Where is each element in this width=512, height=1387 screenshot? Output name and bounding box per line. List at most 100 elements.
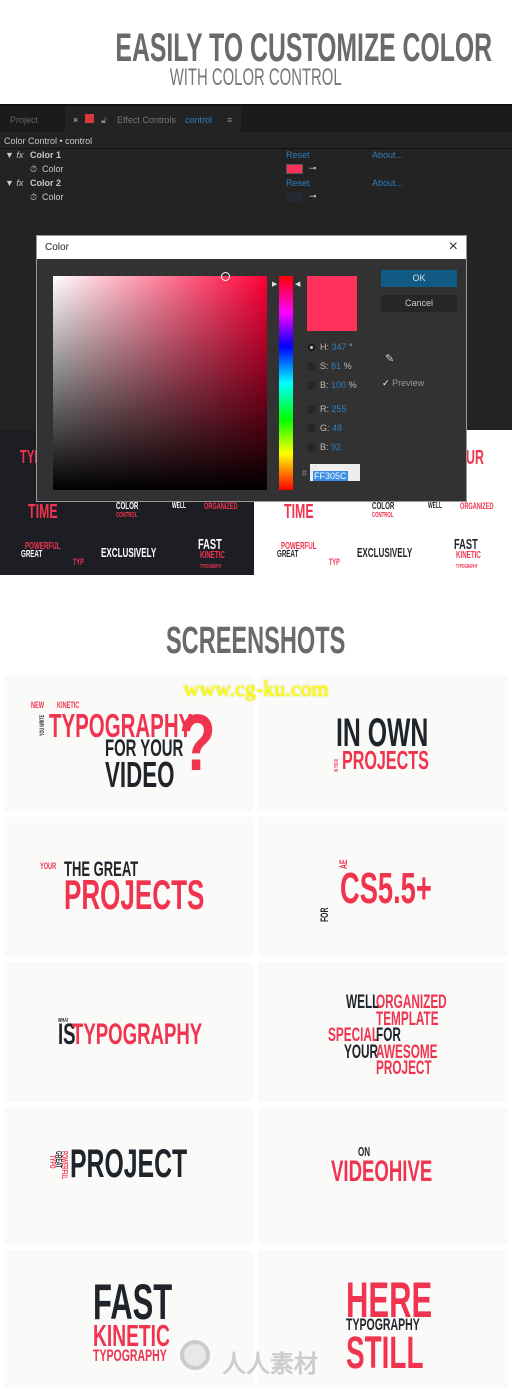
watermark-text: www.cg-ku.com	[183, 676, 329, 701]
text-label: TYPOGRAPHY	[72, 1018, 203, 1051]
text-label: TYP	[73, 557, 84, 567]
text-label: TIME	[284, 501, 314, 523]
red-value[interactable]: 255	[332, 404, 347, 414]
hex-label: #	[302, 468, 308, 478]
eyedropper-icon[interactable]: ⊸	[309, 191, 317, 202]
saturation-value[interactable]: 81	[331, 361, 341, 371]
header: EASILY TO CUSTOMIZE COLOR WITH COLOR CON…	[0, 28, 512, 90]
text-label: PROJECT	[376, 1058, 432, 1079]
dialog-title: Color	[45, 242, 69, 253]
text-label: Preview	[392, 378, 425, 388]
text-label: GREAT	[277, 549, 299, 560]
screenshots-heading: SCREENSHOTS	[0, 622, 512, 660]
hue-slider-arrow-left[interactable]: ▶	[272, 280, 277, 288]
text-label: S:	[320, 361, 329, 371]
text-label: EXCLUSIVELY	[101, 545, 157, 560]
text-label: COLOR	[116, 501, 139, 512]
text-label: UR	[466, 447, 484, 469]
twirl-icon[interactable]: ▼ fx	[5, 178, 23, 188]
text-label: TYPOGRAPHY	[456, 564, 478, 570]
text-label: ORGANIZED	[204, 501, 238, 511]
saturation-brightness-field[interactable]	[53, 272, 267, 490]
text-label: COLOR	[372, 501, 395, 512]
eyedropper-icon[interactable]: ✎	[385, 352, 394, 365]
text-label: CS5.5+	[340, 864, 432, 913]
text-label: YOUR	[344, 1042, 379, 1063]
about-link[interactable]: About...	[372, 178, 403, 188]
text-label: VIDEO	[105, 754, 175, 795]
close-icon[interactable]: ×	[73, 115, 78, 125]
text-label: TIME	[28, 501, 58, 523]
text-label: TYPO	[48, 1155, 57, 1169]
property-label: Color	[42, 164, 64, 174]
watermark-logo	[180, 1340, 210, 1370]
text-label: FOR	[319, 907, 331, 922]
preview-checkbox[interactable]: ✓ Preview	[382, 378, 424, 389]
color-swatch[interactable]	[286, 192, 303, 202]
text-label: STILL	[346, 1327, 424, 1378]
text-label: G:	[320, 423, 330, 433]
reset-link[interactable]: Reset	[286, 178, 310, 188]
stopwatch-icon[interactable]: ⏱︎	[30, 164, 37, 175]
text-label: PROJECTS	[342, 745, 429, 775]
color-cursor[interactable]	[221, 272, 230, 281]
effect-name: Color 1	[30, 150, 62, 160]
twirl-icon[interactable]: ▼ fx	[5, 150, 23, 160]
text-label: KINETIC	[456, 550, 481, 561]
text-label: TYPOGRAPHY	[200, 564, 222, 570]
reset-link[interactable]: Reset	[286, 150, 310, 160]
screenshot-tile: WHAT IS TYPOGRAPHY	[4, 962, 253, 1102]
text-label: WELL	[172, 501, 187, 510]
hex-input[interactable]: FF305C	[310, 464, 360, 481]
brightness-value[interactable]: 100	[331, 380, 346, 390]
tab-layer-name: control	[185, 115, 213, 125]
property-label: Color	[42, 192, 64, 202]
text-label: KINETIC	[200, 550, 225, 561]
text-label: TYP	[329, 557, 340, 567]
text-label: H:	[320, 342, 329, 352]
text-label: B:	[320, 442, 329, 452]
hue-slider[interactable]	[279, 276, 293, 490]
close-icon[interactable]: ×	[449, 238, 458, 256]
screenshot-tile: FOR AE CS5.5+	[258, 817, 508, 957]
text-label: FF305C	[313, 471, 348, 481]
text-label: YOUR	[40, 861, 57, 871]
text-label: B:	[320, 380, 329, 390]
text-label: CONTROL	[116, 512, 138, 519]
tab-label: Effect Controls	[117, 115, 176, 125]
text-label: ?	[179, 698, 216, 787]
screenshot-tile: POWERFUL GREAT TYPO PROJECT	[4, 1107, 253, 1245]
ok-button[interactable]: OK	[381, 270, 457, 287]
stopwatch-icon[interactable]: ⏱︎	[30, 192, 37, 203]
blue-value[interactable]: 92	[331, 442, 341, 452]
text-label: EXCLUSIVELY	[357, 545, 413, 560]
label-color-icon	[85, 114, 94, 123]
text-label: ORGANIZED	[460, 501, 494, 511]
panel-menu-icon[interactable]: ≡	[227, 115, 232, 125]
text-label: SCREENSHOTS	[166, 620, 346, 662]
about-link[interactable]: About...	[372, 150, 403, 160]
cancel-button[interactable]: Cancel	[381, 295, 457, 312]
text-label: °	[349, 342, 353, 352]
tab-effect-controls[interactable]: × 🔓︎ Effect Controls control ≡	[65, 106, 241, 132]
text-label: WELL	[346, 992, 380, 1013]
screenshot-tile: FAST KINETIC TYPOGRAPHY	[4, 1250, 253, 1387]
hue-slider-arrow-right[interactable]: ◀	[295, 280, 300, 288]
text-label: CONTROL	[372, 512, 394, 519]
text-label: NEW	[31, 700, 45, 710]
text-label: %	[348, 380, 357, 390]
tab-project[interactable]: Project	[10, 115, 38, 125]
watermark-chinese: 人人素材	[222, 1350, 318, 1378]
screenshot-tile: ON VIDEOHIVE	[258, 1107, 508, 1245]
header-title: EASILY TO CUSTOMIZE COLOR	[115, 26, 493, 70]
screenshot-tile: YOUR THE GREAT PROJECTS	[4, 817, 253, 957]
green-value[interactable]: 48	[332, 423, 342, 433]
color-preview-swatch	[307, 276, 357, 331]
text-label: PROJECTS	[64, 871, 205, 918]
eyedropper-icon[interactable]: ⊸	[309, 163, 317, 174]
hue-value[interactable]: 347	[332, 342, 347, 352]
lock-icon[interactable]: 🔓︎	[101, 115, 107, 126]
tab-bar: Project × 🔓︎ Effect Controls control ≡	[0, 106, 512, 132]
color-swatch[interactable]	[286, 164, 303, 174]
text-label: R:	[320, 404, 329, 414]
